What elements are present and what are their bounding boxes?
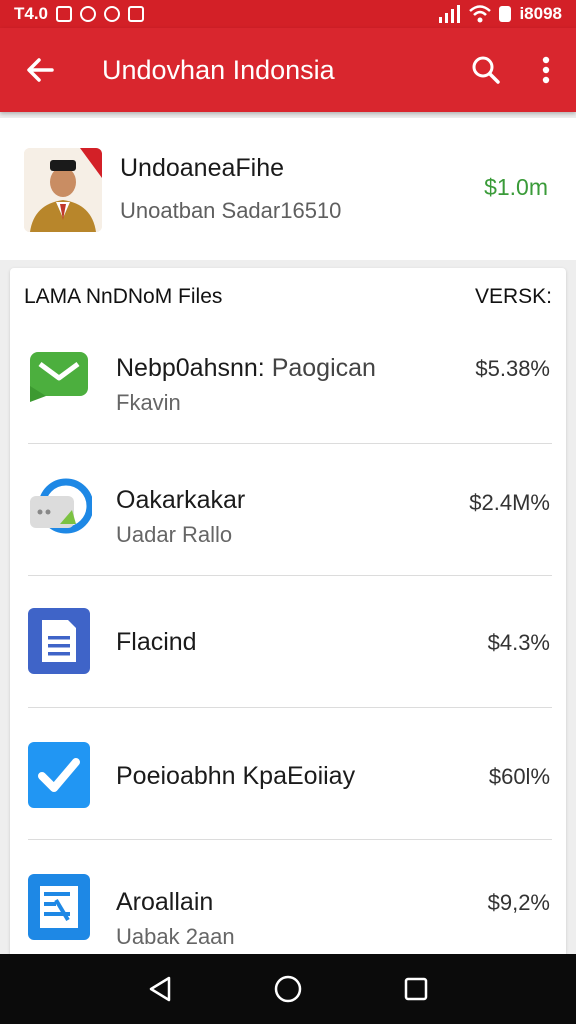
file-value: $2.4M%	[469, 490, 550, 515]
avatar	[24, 148, 102, 232]
nav-back-icon	[149, 976, 171, 1002]
file-subtitle: Fkavin	[116, 390, 181, 415]
file-name: Flacind	[116, 628, 197, 656]
gallery-icon	[128, 6, 145, 22]
file-value: $4.3%	[487, 630, 550, 655]
status-bar: T4.0 i8098	[0, 0, 576, 28]
file-value: $9,2%	[487, 890, 550, 915]
file-subtitle: Uabak 2aan	[116, 924, 235, 949]
file-name: Poeioabhn KpaEoiiay	[116, 762, 356, 790]
check-icon	[28, 742, 90, 808]
file-name: Oakarkakar	[116, 486, 246, 514]
search-button[interactable]	[456, 28, 516, 112]
files-header-title: LAMA NnDNoM Files	[24, 285, 223, 308]
file-value: $60l%	[488, 764, 550, 789]
file-list-item[interactable]: Flacind $4.3%	[10, 576, 566, 708]
nav-recents-button[interactable]	[386, 959, 446, 1019]
file-list-item[interactable]: Oakarkakar Uadar Rallo $2.4M%	[10, 444, 566, 576]
nav-recents-icon	[404, 977, 428, 1001]
status-clock: i8098	[519, 4, 562, 23]
more-options-button[interactable]	[516, 28, 576, 112]
alarm-icon	[104, 6, 121, 22]
system-nav-bar	[0, 954, 576, 1024]
files-header: LAMA NnDNoM Files VERSK:	[24, 282, 552, 312]
app-title: Undovhan Indonsia	[102, 54, 335, 85]
profile-header[interactable]: UndoaneaFihe Unoatban Sadar16510 $1.0m	[0, 118, 576, 260]
wifi-icon	[469, 5, 492, 23]
document-icon	[28, 608, 90, 674]
nav-home-button[interactable]	[258, 959, 318, 1019]
profile-price: $1.0m	[484, 174, 548, 200]
signal-icon	[439, 5, 461, 23]
sync-status-icon	[80, 6, 97, 22]
sync-icon	[30, 478, 92, 534]
files-header-version: VERSK:	[474, 285, 552, 308]
profile-title: UndoaneaFihe	[120, 154, 285, 182]
back-button[interactable]	[0, 28, 80, 112]
file-list-item[interactable]: Poeioabhn KpaEoiiay $60l%	[10, 708, 566, 840]
notification-icon	[56, 6, 73, 22]
status-time: T4.0	[14, 4, 49, 23]
more-vert-icon	[542, 56, 550, 84]
files-card: LAMA NnDNoM Files VERSK: Nebp0ahsnn: Pao…	[10, 268, 566, 958]
file-name: Aroallain	[116, 888, 214, 916]
file-name: Nebp0ahsnn: Paogican	[116, 354, 376, 382]
file-subtitle: Uadar Rallo	[116, 522, 233, 547]
nav-back-button[interactable]	[130, 959, 190, 1019]
app-bar: Undovhan Indonsia	[0, 28, 576, 112]
task-list-icon	[28, 874, 90, 940]
file-value: $5.38%	[475, 356, 550, 381]
arrow-back-icon	[27, 58, 54, 82]
search-icon	[472, 56, 500, 84]
message-icon	[30, 352, 88, 402]
file-list-item[interactable]: Nebp0ahsnn: Paogican Fkavin $5.38%	[10, 312, 566, 444]
battery-icon	[499, 6, 512, 22]
profile-subtitle: Unoatban Sadar16510	[120, 198, 342, 223]
nav-home-icon	[274, 975, 302, 1003]
file-list-item[interactable]: Aroallain Uabak 2aan $9,2%	[10, 840, 566, 958]
